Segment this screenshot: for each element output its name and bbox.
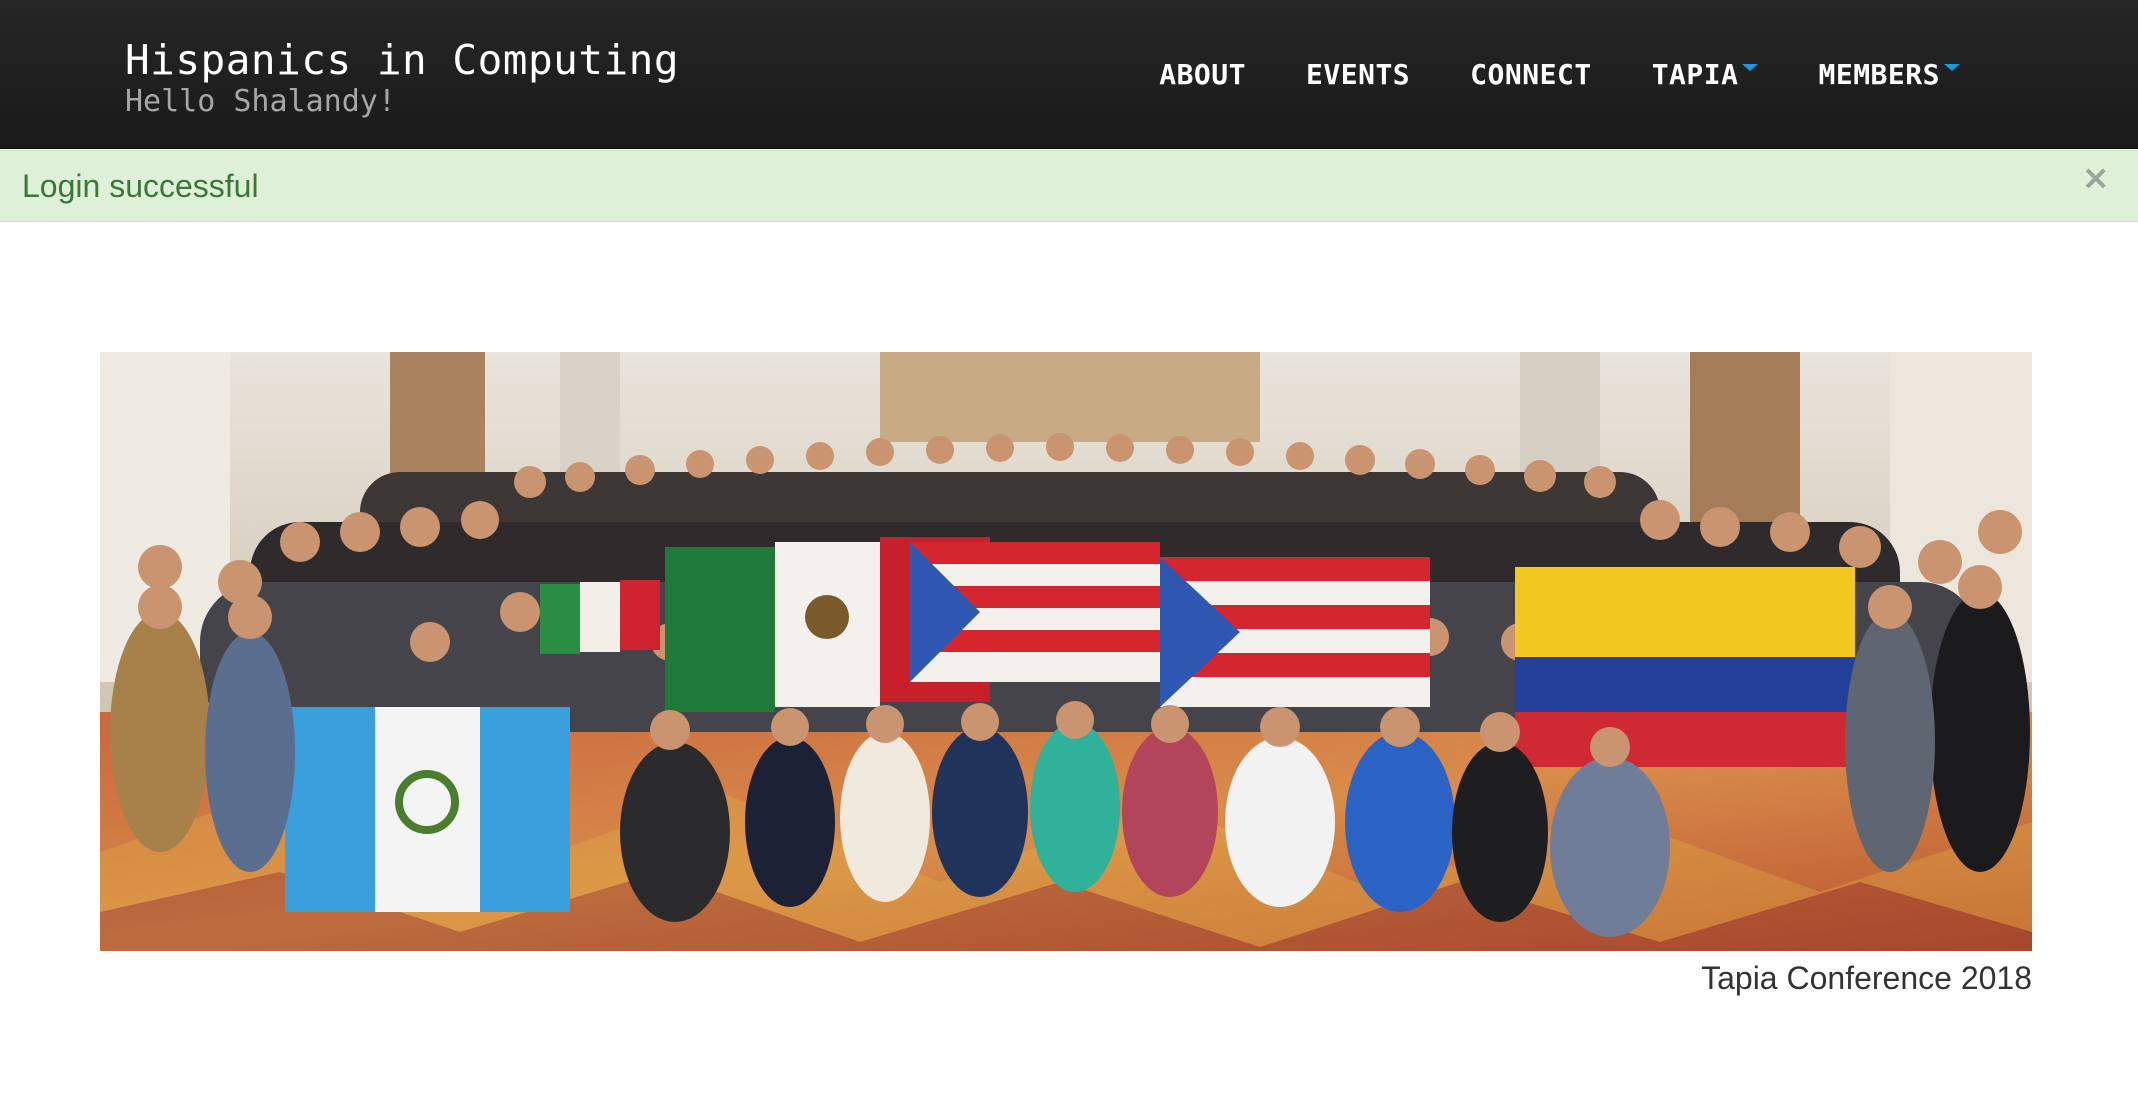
close-icon[interactable]: × <box>2082 161 2111 195</box>
nav-members-dropdown[interactable]: MEMBERS <box>1818 58 1960 91</box>
site-title[interactable]: Hispanics in Computing <box>125 40 679 81</box>
photo-caption: Tapia Conference 2018 <box>1701 960 2032 996</box>
group-photo <box>100 352 2032 951</box>
caret-down-icon <box>1944 64 1960 71</box>
alert-message: Login successful <box>22 168 259 204</box>
nav-about[interactable]: ABOUT <box>1159 58 1246 91</box>
top-navbar: Hispanics in Computing Hello Shalandy! A… <box>0 0 2138 149</box>
login-success-alert: Login successful × <box>0 150 2138 222</box>
nav-members-label: MEMBERS <box>1818 58 1940 91</box>
nav-tapia-dropdown[interactable]: TAPIA <box>1652 58 1759 91</box>
nav-events[interactable]: EVENTS <box>1306 58 1410 91</box>
nav-about-label: ABOUT <box>1159 58 1247 91</box>
group-photo-image <box>100 352 2032 951</box>
caret-down-icon <box>1742 64 1759 71</box>
main-nav: ABOUT EVENTS CONNECT TAPIA MEMBERS <box>1099 58 1960 91</box>
nav-events-label: EVENTS <box>1306 58 1411 91</box>
nav-connect[interactable]: CONNECT <box>1470 58 1592 91</box>
nav-connect-label: CONNECT <box>1470 58 1592 91</box>
nav-tapia-label: TAPIA <box>1651 58 1739 91</box>
user-greeting: Hello Shalandy! <box>125 84 396 119</box>
site-brand[interactable]: Hispanics in Computing Hello Shalandy! <box>125 40 679 117</box>
